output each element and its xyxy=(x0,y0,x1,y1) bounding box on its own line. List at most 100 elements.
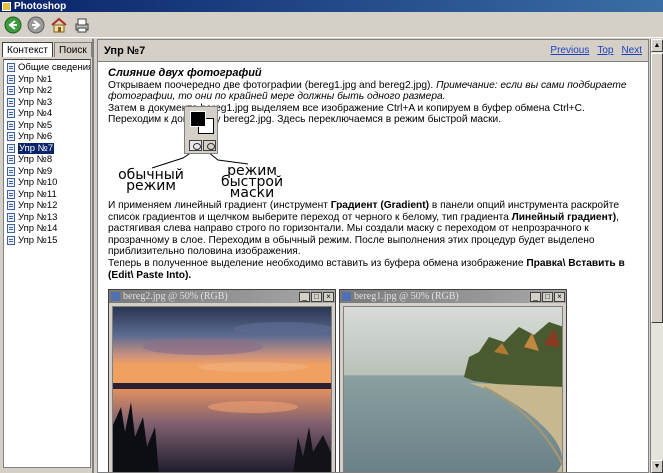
tab-context[interactable]: Контекст xyxy=(2,42,54,57)
paragraph-1-text: Открываем поочередно две фотографии (ber… xyxy=(108,79,437,91)
home-icon xyxy=(51,17,67,32)
toc-item-label: Упр №6 xyxy=(18,131,53,143)
toc-item-label: Упр №13 xyxy=(18,211,58,223)
toc-item[interactable]: Упр №6 xyxy=(4,131,90,143)
window-title-bar: Photoshop xyxy=(0,0,663,12)
toc-item[interactable]: Упр №5 xyxy=(4,120,90,132)
toc-item-label: Упр №11 xyxy=(18,188,57,200)
page-icon xyxy=(7,178,15,188)
toc-item-label: Упр №10 xyxy=(18,177,58,189)
toc-item[interactable]: Упр №1 xyxy=(4,74,90,86)
toc-item-label: Упр №8 xyxy=(18,154,53,166)
ps-window-title: bereg1.jpg @ 50% (RGB) xyxy=(354,291,459,302)
previous-link[interactable]: Previous xyxy=(550,45,589,56)
back-icon xyxy=(4,16,22,33)
page-icon xyxy=(7,120,15,130)
content-scrollbar[interactable]: ▲ ▼ xyxy=(650,39,663,473)
ps-window-bereg1: bereg1.jpg @ 50% (RGB) _ □ × xyxy=(339,289,567,472)
foreground-color-swatch xyxy=(190,111,206,127)
tab-search[interactable]: Поиск xyxy=(54,42,92,57)
toc-item-label: Упр №9 xyxy=(18,165,53,177)
toc-item[interactable]: Упр №7 xyxy=(4,142,90,155)
p4-gradient-term: Градиент (Gradient) xyxy=(330,200,430,211)
window-title: Photoshop xyxy=(14,0,67,12)
scroll-down-icon[interactable]: ▼ xyxy=(651,460,663,473)
page-icon xyxy=(7,224,15,234)
ps-window-bereg2: bereg2.jpg @ 50% (RGB) _ □ × xyxy=(108,289,336,472)
toc-item[interactable]: Упр №9 xyxy=(4,166,90,178)
print-button[interactable] xyxy=(73,16,91,34)
back-button[interactable] xyxy=(4,16,22,34)
toc-item[interactable]: Упр №11 xyxy=(4,189,90,201)
toc-item-label: Общие сведения xyxy=(18,62,91,74)
toolbar xyxy=(0,12,663,38)
maximize-icon: □ xyxy=(542,291,553,302)
paragraph-5: Теперь в полученное выделение необходимо… xyxy=(108,258,643,281)
toc-item[interactable]: Упр №8 xyxy=(4,154,90,166)
topic-nav: Previous Top Next xyxy=(550,45,642,56)
quick-mask-label: режим быстрой маски xyxy=(220,163,284,201)
topic-header: Упр №7 Previous Top Next xyxy=(98,40,648,62)
page-icon xyxy=(7,155,15,165)
sunset-lake-photo xyxy=(112,306,332,472)
quick-mask-figure: обычный режим режим быстрой маски xyxy=(108,106,298,200)
quick-mask-button xyxy=(203,140,216,151)
toc-item[interactable]: Упр №10 xyxy=(4,177,90,189)
page-icon xyxy=(7,143,15,153)
ps-window-titlebar: bereg2.jpg @ 50% (RGB) _ □ × xyxy=(109,290,335,303)
table-of-contents: Общие сведения Упр №1 Упр №2 Упр №3 Упр №4 Уп… xyxy=(3,59,91,468)
page-icon xyxy=(7,109,15,119)
page-icon xyxy=(7,63,15,73)
paragraph-1: Открываем поочередно две фотографии (ber… xyxy=(108,80,643,103)
scroll-thumb[interactable] xyxy=(651,53,663,323)
page-icon xyxy=(7,235,15,245)
toc-item-label: Упр №4 xyxy=(18,108,53,120)
toc-item-label: Упр №12 xyxy=(18,200,58,212)
app-icon xyxy=(2,1,11,11)
toc-item-label: Упр №15 xyxy=(18,234,58,246)
scroll-up-icon[interactable]: ▲ xyxy=(651,39,663,52)
page-icon xyxy=(7,74,15,84)
toc-item-label: Упр №2 xyxy=(18,85,53,97)
nav-tabs: Контекст Поиск xyxy=(0,39,92,57)
toc-item[interactable]: Упр №12 xyxy=(4,200,90,212)
lake-shore-photo xyxy=(343,306,563,472)
article-body-continued: И применяем линейный градиент (инструмен… xyxy=(108,200,643,281)
normal-mode-label: обычный режим xyxy=(118,167,184,194)
toc-item[interactable]: Общие сведения xyxy=(4,62,90,74)
toc-item-label: Упр №3 xyxy=(18,96,53,108)
page-icon xyxy=(7,132,15,142)
paragraph-4: И применяем линейный градиент (инструмен… xyxy=(108,200,643,258)
home-button[interactable] xyxy=(50,16,68,34)
p4-linear-term: Линейный градиент) xyxy=(511,211,617,223)
maximize-icon: □ xyxy=(311,291,322,302)
color-swatch-panel xyxy=(184,106,218,154)
toc-item[interactable]: Упр №15 xyxy=(4,235,90,247)
minimize-icon: _ xyxy=(299,291,310,302)
forward-button[interactable] xyxy=(27,16,45,34)
toc-item[interactable]: Упр №13 xyxy=(4,212,90,224)
navigation-pane: Контекст Поиск Общие сведения Упр №1 Упр №… xyxy=(0,39,94,473)
p4-text-a: И применяем линейный градиент (инструмен… xyxy=(108,200,331,211)
section-title: Слияние двух фотографий xyxy=(108,67,262,79)
close-icon: × xyxy=(323,291,334,302)
p5-text-a: Теперь в полученное выделение необходимо… xyxy=(108,257,527,269)
toc-item-label: Упр №5 xyxy=(18,119,53,131)
toc-item[interactable]: Упр №3 xyxy=(4,97,90,109)
forward-icon xyxy=(27,16,45,33)
toc-item[interactable]: Упр №14 xyxy=(4,223,90,235)
page-icon xyxy=(7,201,15,211)
toc-item[interactable]: Упр №2 xyxy=(4,85,90,97)
toc-item[interactable]: Упр №4 xyxy=(4,108,90,120)
page-icon xyxy=(7,189,15,199)
top-link[interactable]: Top xyxy=(597,45,613,56)
page-icon xyxy=(7,97,15,107)
content-pane: Упр №7 Previous Top Next Слияние двух фо… xyxy=(97,39,649,473)
ps-window-titlebar: bereg1.jpg @ 50% (RGB) _ □ × xyxy=(340,290,566,303)
toc-item-label: Упр №1 xyxy=(18,73,53,85)
ps-window-title: bereg2.jpg @ 50% (RGB) xyxy=(123,291,228,302)
print-icon xyxy=(75,18,89,32)
next-link[interactable]: Next xyxy=(621,45,642,56)
document-icon xyxy=(111,292,120,301)
close-icon: × xyxy=(554,291,565,302)
